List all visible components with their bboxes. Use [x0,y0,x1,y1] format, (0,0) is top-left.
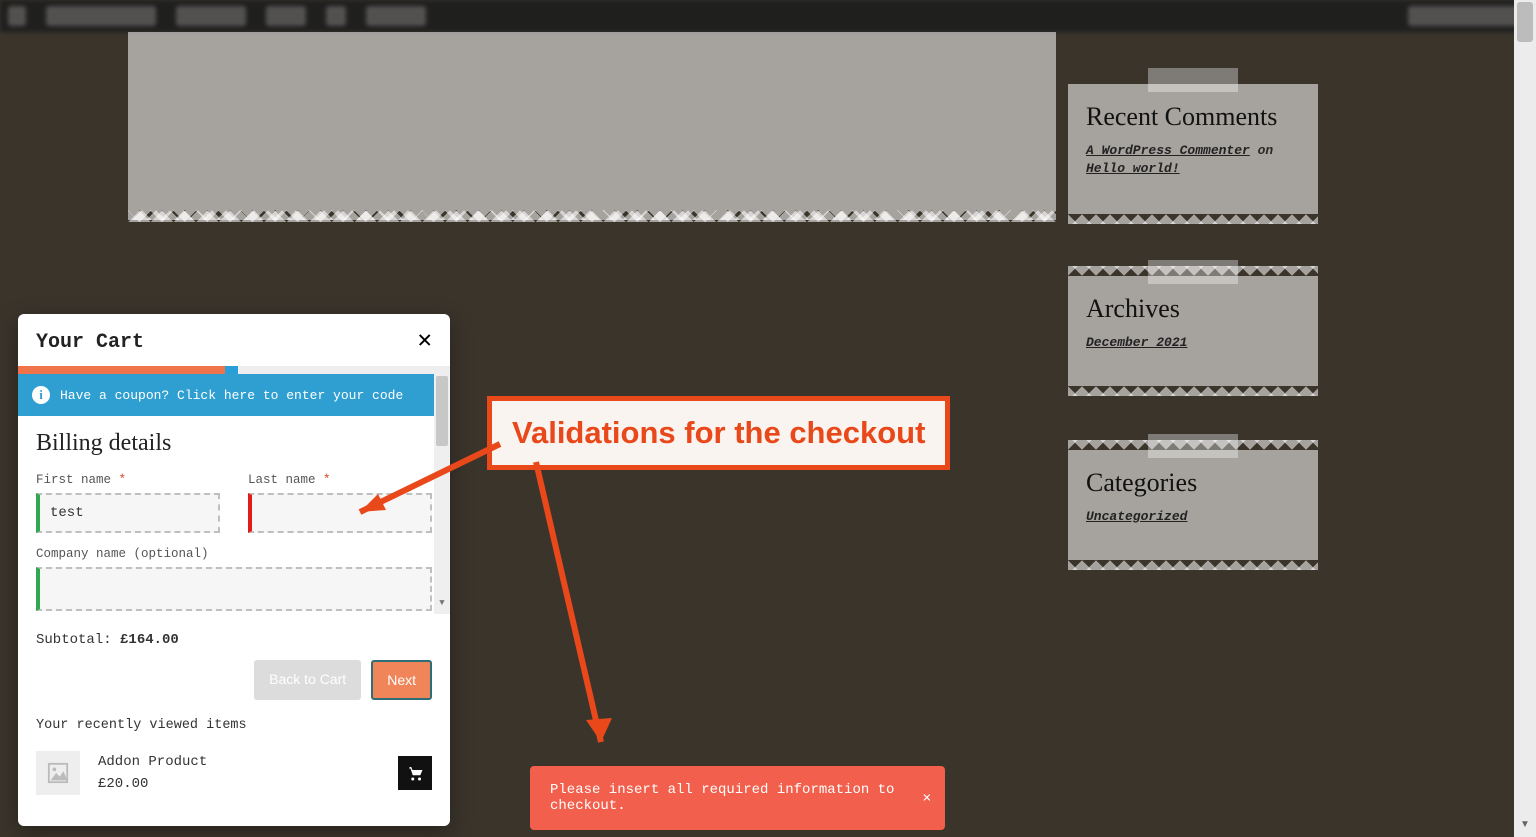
annotation-label: Validations for the checkout [487,396,950,470]
subtotal-label: Subtotal: [36,632,120,648]
widget-title: Categories [1086,468,1300,498]
next-button[interactable]: Next [371,660,432,700]
image-icon [47,762,69,784]
first-name-input[interactable]: test [36,493,220,533]
cart-title: Your Cart [36,331,144,354]
toast-close-icon[interactable]: ✕ [923,790,931,807]
cart-icon [406,764,424,782]
recently-viewed-label: Your recently viewed items [36,718,432,733]
wp-admin-bar [0,0,1536,32]
widget-title: Recent Comments [1086,102,1300,132]
toast-message: Please insert all required information t… [550,782,901,814]
comment-post-link[interactable]: Hello world! [1086,161,1180,176]
annotation-arrow-1 [330,432,520,532]
tape-decoration [1148,68,1238,92]
first-name-label: First name * [36,473,220,487]
info-icon: i [32,386,50,404]
archive-link[interactable]: December 2021 [1086,335,1187,350]
coupon-banner[interactable]: i Have a coupon? Click here to enter you… [18,374,450,416]
widget-categories: Categories Uncategorized [1068,450,1318,560]
checkout-progress [18,366,450,374]
annotation-arrow-2 [526,462,646,772]
recent-item: Addon Product £20.00 [36,751,432,795]
widget-archives: Archives December 2021 [1068,276,1318,386]
subtotal-value: £164.00 [120,632,179,648]
recent-item-price: £20.00 [98,776,380,792]
product-thumbnail-placeholder [36,751,80,795]
back-to-cart-button[interactable]: Back to Cart [254,660,361,700]
close-icon[interactable]: ✕ [418,330,432,354]
category-link[interactable]: Uncategorized [1086,509,1187,524]
page-scrollbar[interactable]: ▲ ▼ [1514,0,1536,837]
widget-recent-comments: Recent Comments A WordPress Commenter on… [1068,84,1318,214]
on-text: on [1250,143,1273,158]
comment-author-link[interactable]: A WordPress Commenter [1086,143,1250,158]
company-label: Company name (optional) [36,547,432,561]
error-toast: Please insert all required information t… [530,766,945,830]
recent-item-name[interactable]: Addon Product [98,754,207,770]
company-input[interactable] [36,567,432,611]
main-content-paper [128,32,1056,210]
cart-panel: Your Cart ✕ i Have a coupon? Click here … [18,314,450,826]
add-to-cart-button[interactable] [398,756,432,790]
widget-title: Archives [1086,294,1300,324]
coupon-text: Have a coupon? Click here to enter your … [60,388,403,403]
